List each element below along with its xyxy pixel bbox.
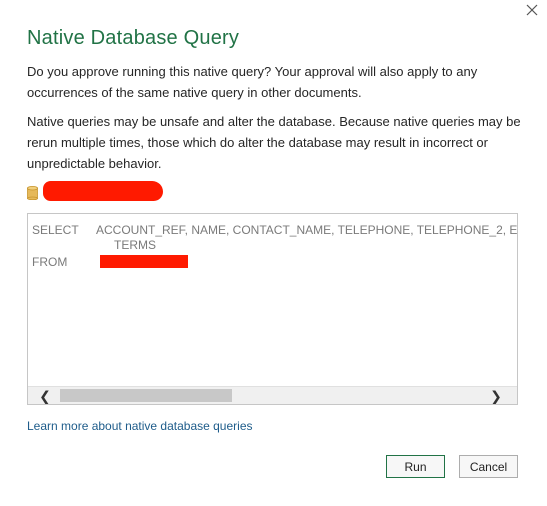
scroll-right-arrow-icon[interactable]: ❯ bbox=[487, 387, 505, 404]
select-columns-continued: TERMS bbox=[114, 238, 156, 252]
cancel-button[interactable]: Cancel bbox=[459, 455, 518, 478]
select-keyword: SELECT bbox=[32, 223, 79, 237]
scroll-left-arrow-icon[interactable]: ❮ bbox=[36, 387, 54, 404]
database-icon bbox=[27, 186, 38, 203]
horizontal-scrollbar[interactable]: ❮ ❯ bbox=[28, 386, 517, 404]
select-columns: ACCOUNT_REF, NAME, CONTACT_NAME, TELEPHO… bbox=[96, 223, 518, 237]
run-button[interactable]: Run bbox=[386, 455, 445, 478]
from-keyword: FROM bbox=[32, 255, 68, 269]
close-icon[interactable] bbox=[522, 0, 542, 20]
approval-message: Do you approve running this native query… bbox=[27, 64, 478, 100]
learn-more-link[interactable]: Learn more about native database queries bbox=[27, 419, 253, 433]
query-text-box[interactable]: SELECT ACCOUNT_REF, NAME, CONTACT_NAME, … bbox=[27, 213, 518, 405]
redaction-mark bbox=[43, 181, 163, 201]
scrollbar-thumb[interactable] bbox=[60, 389, 232, 402]
warning-message: Native queries may be unsafe and alter t… bbox=[27, 114, 521, 171]
redaction-mark bbox=[100, 255, 188, 268]
dialog-title: Native Database Query bbox=[27, 27, 240, 49]
